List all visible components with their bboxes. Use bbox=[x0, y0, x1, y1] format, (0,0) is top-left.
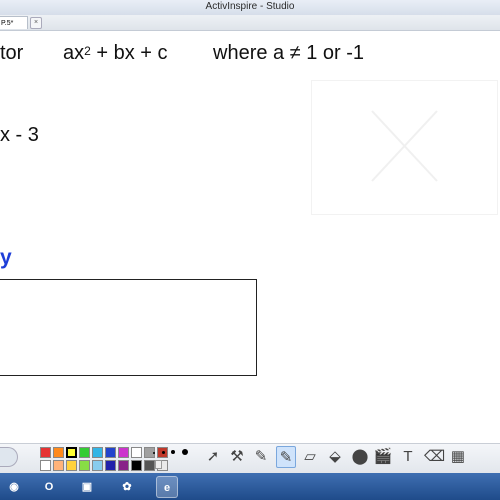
answer-box[interactable] bbox=[0, 279, 257, 376]
eraser-tool[interactable]: ▱ bbox=[300, 446, 320, 468]
color-swatch[interactable] bbox=[92, 460, 103, 471]
delete-tool[interactable]: ⌫ bbox=[424, 446, 445, 468]
clapper-tool[interactable]: 🎬 bbox=[373, 446, 393, 468]
color-swatch[interactable] bbox=[53, 447, 64, 458]
expr-b: + bx + c bbox=[96, 42, 168, 64]
tab-flipchart[interactable]: P.5* bbox=[0, 16, 28, 29]
color-swatch[interactable] bbox=[105, 447, 116, 458]
activinspire-icon[interactable]: ✿ bbox=[116, 476, 138, 498]
color-swatch[interactable] bbox=[105, 460, 116, 471]
color-swatch[interactable] bbox=[131, 460, 142, 471]
line2-expression: x - 3 bbox=[0, 124, 39, 146]
outlook-icon[interactable]: O bbox=[38, 476, 60, 498]
color-swatch[interactable] bbox=[118, 460, 129, 471]
pen-width-slider[interactable] bbox=[155, 460, 162, 469]
firefox-icon[interactable]: ◉ bbox=[3, 476, 25, 498]
pen-size-3[interactable] bbox=[171, 450, 175, 454]
shape-tool[interactable]: ⬤ bbox=[350, 446, 370, 468]
color-swatch[interactable] bbox=[144, 460, 155, 471]
color-swatch[interactable] bbox=[118, 447, 129, 458]
expr-exponent: 2 bbox=[84, 44, 91, 58]
pen-size-4[interactable] bbox=[182, 449, 188, 455]
app-icon[interactable]: ▣ bbox=[76, 476, 98, 498]
color-swatch[interactable] bbox=[40, 460, 51, 471]
expr-a: ax bbox=[63, 42, 85, 64]
pen-size-1[interactable] bbox=[153, 452, 155, 454]
color-swatch[interactable] bbox=[53, 460, 64, 471]
color-swatch[interactable] bbox=[131, 447, 142, 458]
fill-tool[interactable]: ⬙ bbox=[325, 446, 345, 468]
ie-icon[interactable]: e bbox=[156, 476, 178, 498]
line1-condition: where a ≠ 1 or -1 bbox=[213, 42, 365, 64]
tools-icon[interactable]: ⚒ bbox=[227, 446, 247, 468]
color-swatch[interactable] bbox=[79, 447, 90, 458]
title-bar: ActivInspire - Studio bbox=[0, 0, 500, 16]
windows-taskbar bbox=[0, 473, 500, 500]
faint-diagram bbox=[311, 80, 498, 215]
pen-size-2[interactable] bbox=[162, 451, 165, 454]
color-swatch[interactable] bbox=[79, 460, 90, 471]
more-tool[interactable]: ▦ bbox=[448, 446, 468, 468]
line3-heading: y bbox=[0, 246, 12, 269]
color-swatch[interactable] bbox=[66, 460, 77, 471]
line1-expression: ax2 + bx + c bbox=[63, 42, 168, 65]
select-tool[interactable]: ➚ bbox=[203, 446, 223, 468]
tab-bar: P.5* × bbox=[0, 15, 500, 31]
faint-diagram-svg bbox=[371, 110, 438, 182]
highlighter-tool[interactable]: ✎ bbox=[276, 446, 296, 468]
color-swatch[interactable] bbox=[40, 447, 51, 458]
pen-tool[interactable]: ✎ bbox=[251, 446, 271, 468]
color-swatch[interactable] bbox=[92, 447, 103, 458]
line1-left-text: tor bbox=[0, 42, 24, 64]
color-swatch[interactable] bbox=[66, 447, 77, 458]
tab-close-button[interactable]: × bbox=[30, 17, 42, 29]
text-tool[interactable]: T bbox=[398, 446, 418, 468]
window-title: ActivInspire - Studio bbox=[205, 1, 295, 12]
